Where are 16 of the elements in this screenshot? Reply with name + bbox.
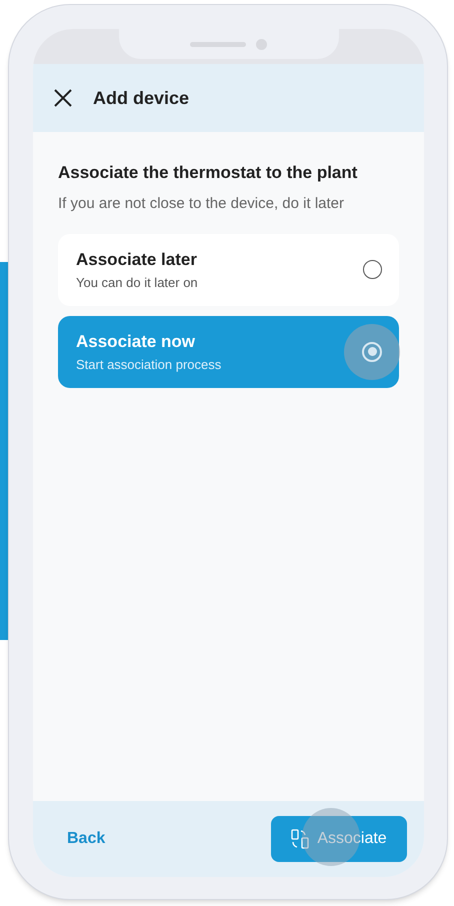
devices-sync-icon <box>291 829 310 849</box>
option-subtitle: Start association process <box>76 356 222 374</box>
option-card[interactable]: Associate now Start association process <box>58 316 399 388</box>
back-button[interactable]: Back <box>67 827 106 851</box>
option-card[interactable]: Associate later You can do it later on <box>58 234 399 306</box>
heading: Associate the thermostat to the plant <box>58 162 358 184</box>
subheading: If you are not close to the device, do it later <box>58 194 345 214</box>
associate-button[interactable]: Associate <box>271 816 407 862</box>
touch-indicator <box>344 324 400 380</box>
radio-button[interactable] <box>363 260 382 280</box>
close-button[interactable] <box>53 88 73 108</box>
close-icon <box>54 89 72 107</box>
option-title: Associate later <box>76 249 198 272</box>
header-title: Add device <box>93 86 190 110</box>
option-title: Associate now <box>76 331 196 354</box>
option-subtitle: You can do it later on <box>76 274 198 292</box>
